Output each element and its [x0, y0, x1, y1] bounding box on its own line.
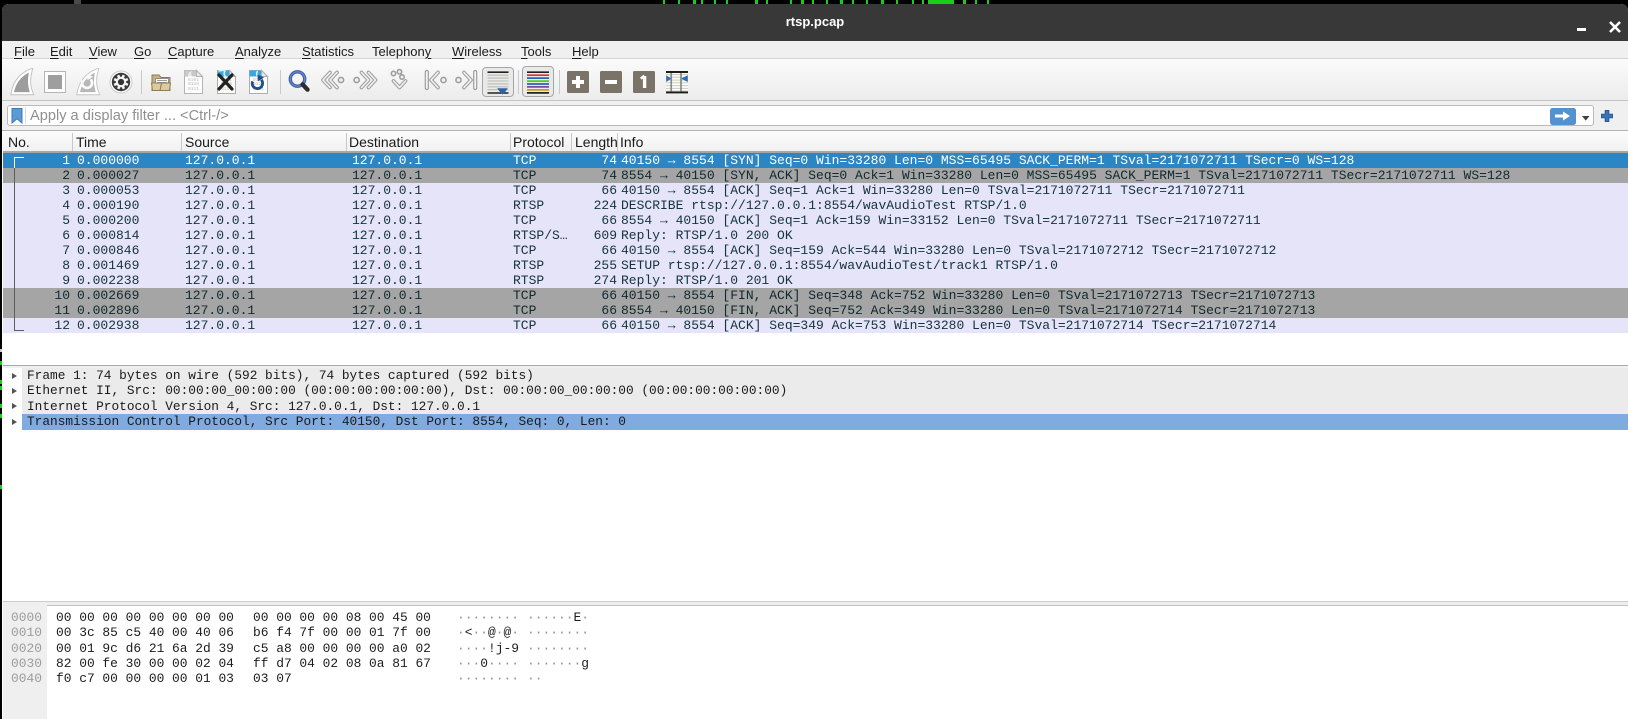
svg-text:0111: 0111	[188, 86, 199, 92]
